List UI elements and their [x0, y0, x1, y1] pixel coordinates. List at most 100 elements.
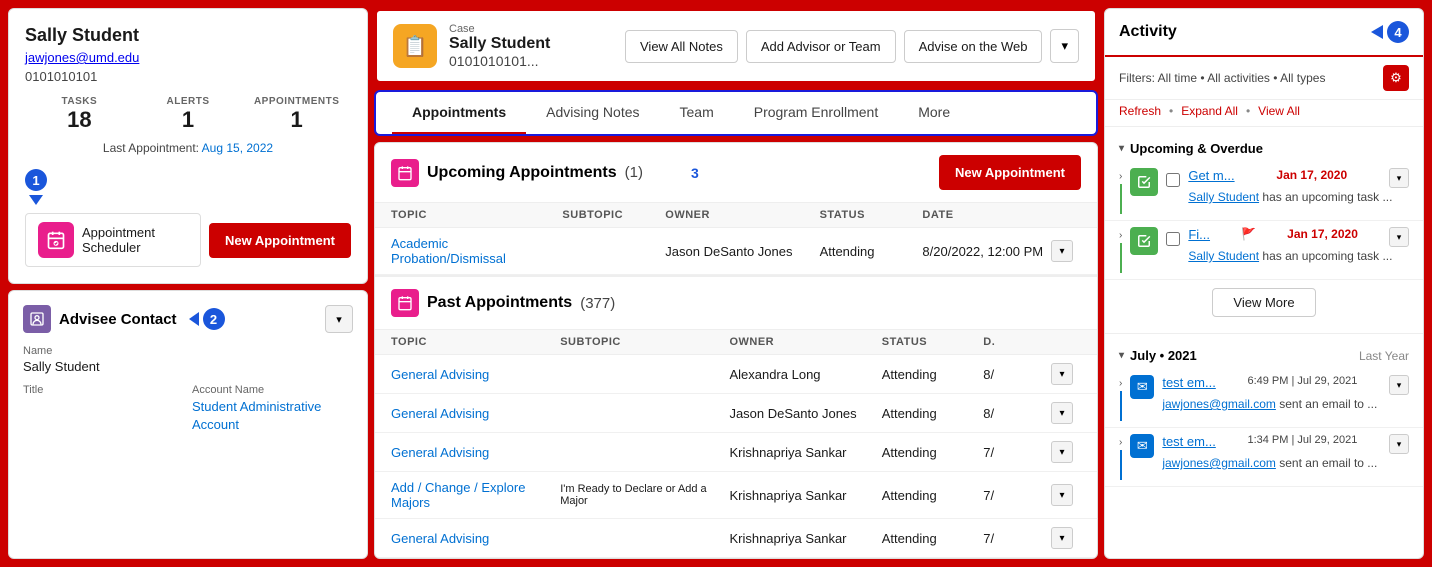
past-row-4-dropdown[interactable]: ▾: [1051, 527, 1073, 549]
view-all-link[interactable]: View All: [1258, 104, 1300, 118]
item-0-dropdown[interactable]: ▾: [1389, 168, 1409, 188]
past-table-header: TOPIC SUBTOPIC OWNER STATUS D.: [375, 330, 1097, 355]
annotation-4-badge: 4: [1387, 21, 1409, 43]
upcoming-title: Upcoming Appointments (1) 3: [391, 159, 699, 187]
view-all-notes-button[interactable]: View All Notes: [625, 30, 738, 63]
add-advisor-button[interactable]: Add Advisor or Team: [746, 30, 896, 63]
past-row-2-dropdown[interactable]: ▾: [1051, 441, 1073, 463]
email-0-dropdown[interactable]: ▾: [1389, 375, 1409, 395]
email-1-dropdown[interactable]: ▾: [1389, 434, 1409, 454]
item-0-student-link[interactable]: Sally Student: [1188, 190, 1259, 204]
appointments-stat: APPOINTMENTS 1: [242, 96, 351, 133]
contact-name: Sally Student: [23, 359, 353, 374]
past-topic-2[interactable]: General Advising: [391, 445, 560, 460]
email-0-sender[interactable]: jawjones@gmail.com: [1162, 397, 1276, 411]
upcoming-icon: [391, 159, 419, 187]
actions-row: AppointmentScheduler New Appointment: [25, 213, 351, 267]
new-appointment-button-main[interactable]: New Appointment: [939, 155, 1081, 190]
refresh-link[interactable]: Refresh: [1119, 104, 1161, 118]
contact-icon: [23, 305, 51, 333]
item-1-dropdown[interactable]: ▾: [1389, 227, 1409, 247]
right-panel: Activity 4 Filters: All time • All activ…: [1104, 8, 1424, 559]
email-item-1: › ✉ test em... 1:34 PM | Jul 29, 2021 ▾ …: [1105, 428, 1423, 487]
activity-title: Activity: [1119, 23, 1177, 41]
email-1-chevron[interactable]: ›: [1119, 437, 1122, 448]
alerts-stat: ALERTS 1: [134, 96, 243, 133]
last-appointment-link[interactable]: Aug 15, 2022: [202, 141, 273, 155]
student-email[interactable]: jawjones@umd.edu: [25, 50, 139, 65]
item-1-checkbox[interactable]: [1166, 232, 1180, 246]
view-more-button[interactable]: View More: [1212, 288, 1315, 317]
task-icon-1: [1130, 227, 1158, 255]
activity-item-1: › Fi... 🚩 Jan 17, 2020 ▾ Sally Student: [1105, 221, 1423, 280]
past-topic-4[interactable]: General Advising: [391, 531, 560, 546]
upcoming-topic-link[interactable]: Academic Probation/Dismissal: [391, 236, 562, 266]
email-1-sender[interactable]: jawjones@gmail.com: [1162, 456, 1276, 470]
activity-header: Activity 4: [1105, 9, 1423, 57]
item-1-chevron[interactable]: ›: [1119, 230, 1122, 241]
expand-all-link[interactable]: Expand All: [1181, 104, 1238, 118]
july-section-header[interactable]: ▾ July • 2021 Last Year: [1105, 342, 1423, 369]
tab-team[interactable]: Team: [660, 92, 734, 134]
flag-icon: 🚩: [1241, 227, 1256, 241]
annotation-2-badge: 2: [203, 308, 225, 330]
email-0-title[interactable]: test em...: [1162, 375, 1215, 390]
appointments-content: Upcoming Appointments (1) 3 New Appointm…: [374, 142, 1098, 559]
upcoming-section-header: Upcoming Appointments (1) 3 New Appointm…: [375, 143, 1097, 203]
card-title: Advisee Contact 2: [23, 305, 225, 333]
tab-advising-notes[interactable]: Advising Notes: [526, 92, 659, 134]
past-row-1-dropdown[interactable]: ▾: [1051, 402, 1073, 424]
appointment-scheduler[interactable]: AppointmentScheduler: [25, 213, 201, 267]
case-header-dropdown[interactable]: ▾: [1050, 29, 1079, 63]
tasks-stat: TASKS 18: [25, 96, 134, 133]
activity-item-0: › Get m... Jan 17, 2020 ▾ Sally Student: [1105, 162, 1423, 221]
account-name-link[interactable]: Student Administrative Account: [192, 399, 321, 432]
tab-program-enrollment[interactable]: Program Enrollment: [734, 92, 899, 134]
case-actions: View All Notes Add Advisor or Team Advis…: [625, 29, 1079, 63]
item-0-title[interactable]: Get m...: [1188, 168, 1234, 183]
past-row-3: Add / Change / Explore Majors I'm Ready …: [375, 472, 1097, 519]
past-row-1: General Advising Jason DeSanto Jones Att…: [375, 394, 1097, 433]
item-0-chevron[interactable]: ›: [1119, 171, 1122, 182]
past-topic-1[interactable]: General Advising: [391, 406, 560, 421]
past-row-2: General Advising Krishnapriya Sankar Att…: [375, 433, 1097, 472]
student-card: Sally Student jawjones@umd.edu 010101010…: [8, 8, 368, 284]
left-panel: Sally Student jawjones@umd.edu 010101010…: [8, 8, 368, 559]
item-1-date: Jan 17, 2020: [1287, 227, 1358, 241]
annotation-1-badge: 1: [25, 169, 47, 191]
item-0-date: Jan 17, 2020: [1276, 168, 1347, 182]
case-header: 📋 Case Sally Student 0101010101... View …: [374, 8, 1098, 84]
past-title: Past Appointments (377): [391, 289, 615, 317]
tab-more[interactable]: More: [898, 92, 970, 134]
tab-appointments[interactable]: Appointments: [392, 92, 526, 134]
activity-annotation: 4: [1371, 21, 1409, 43]
filters-gear-button[interactable]: ⚙: [1383, 65, 1409, 91]
upcoming-table-header: TOPIC SUBTOPIC OWNER STATUS DATE: [375, 203, 1097, 228]
past-row-0-dropdown[interactable]: ▾: [1051, 363, 1073, 385]
activity-links: Refresh • Expand All • View All: [1105, 100, 1423, 127]
email-0-chevron[interactable]: ›: [1119, 378, 1122, 389]
email-1-title[interactable]: test em...: [1162, 434, 1215, 449]
past-topic-0[interactable]: General Advising: [391, 367, 560, 382]
contact-dropdown-button[interactable]: ▾: [325, 305, 353, 333]
past-row-0: General Advising Alexandra Long Attendin…: [375, 355, 1097, 394]
item-1-student-link[interactable]: Sally Student: [1188, 249, 1259, 263]
task-icon-0: [1130, 168, 1158, 196]
july-chevron-icon: ▾: [1119, 350, 1124, 361]
contact-fields: Title Account Name Student Administrativ…: [23, 384, 353, 434]
past-section-header: Past Appointments (377): [375, 277, 1097, 330]
upcoming-row-dropdown[interactable]: ▾: [1051, 240, 1073, 262]
item-1-title[interactable]: Fi...: [1188, 227, 1210, 242]
upcoming-overdue-header[interactable]: ▾ Upcoming & Overdue: [1105, 135, 1423, 162]
past-topic-3[interactable]: Add / Change / Explore Majors: [391, 480, 560, 510]
advise-on-web-button[interactable]: Advise on the Web: [904, 30, 1043, 63]
past-row-3-dropdown[interactable]: ▾: [1051, 484, 1073, 506]
item-0-checkbox[interactable]: [1166, 173, 1180, 187]
new-appointment-button-left[interactable]: New Appointment: [209, 223, 351, 258]
last-appointment-text: Last Appointment: Aug 15, 2022: [25, 141, 351, 155]
email-item-0: › ✉ test em... 6:49 PM | Jul 29, 2021 ▾ …: [1105, 369, 1423, 428]
past-section: Past Appointments (377) TOPIC SUBTOPIC O…: [375, 275, 1097, 558]
july-section: ▾ July • 2021 Last Year › ✉ test em... 6…: [1105, 333, 1423, 495]
stats-row: TASKS 18 ALERTS 1 APPOINTMENTS 1: [25, 96, 351, 133]
email-icon-0: ✉: [1130, 375, 1154, 399]
